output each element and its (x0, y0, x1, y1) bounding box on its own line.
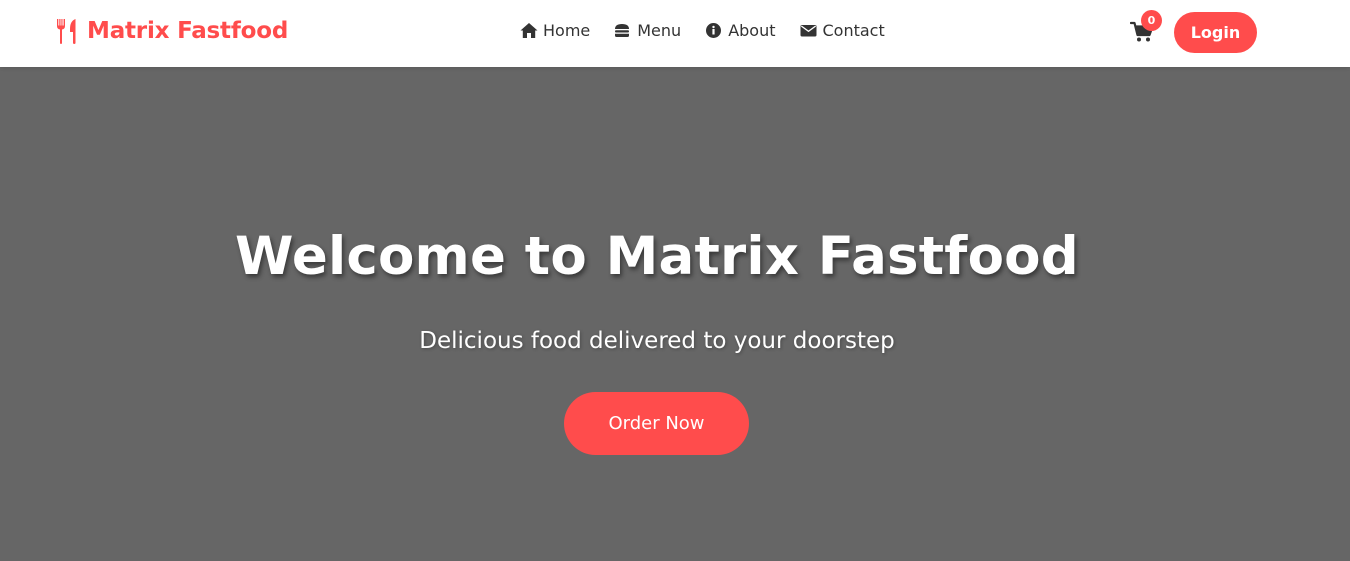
brand-name: Matrix Fastfood (87, 18, 289, 44)
hero-section: Welcome to Matrix Fastfood Delicious foo… (0, 67, 1350, 561)
nav-item-label: About (728, 21, 776, 40)
nav-item-label: Menu (637, 21, 682, 40)
nav-item-home[interactable]: Home (520, 21, 590, 40)
info-circle-icon (705, 22, 722, 39)
hero-subtitle: Delicious food delivered to your doorste… (419, 328, 895, 354)
nav-item-label: Home (543, 21, 591, 40)
home-icon (520, 22, 538, 39)
utensils-icon (55, 17, 79, 45)
login-button[interactable]: Login (1174, 12, 1257, 53)
brand-logo-link[interactable]: Matrix Fastfood (55, 17, 288, 45)
order-now-button[interactable]: Order Now (564, 392, 749, 455)
main-nav: Home Menu About Contact (520, 21, 885, 40)
nav-item-label: Contact (822, 21, 885, 40)
nav-item-menu[interactable]: Menu (614, 21, 681, 40)
envelope-icon (800, 22, 817, 39)
nav-item-contact[interactable]: Contact (800, 21, 885, 40)
hero-title: Welcome to Matrix Fastfood (235, 226, 1079, 287)
cart-count-badge: 0 (1141, 10, 1162, 31)
burger-icon (614, 22, 631, 39)
cart-button[interactable]: 0 (1130, 10, 1162, 47)
navbar: Matrix Fastfood Home Menu About Contact … (0, 0, 1350, 67)
nav-item-about[interactable]: About (705, 21, 776, 40)
